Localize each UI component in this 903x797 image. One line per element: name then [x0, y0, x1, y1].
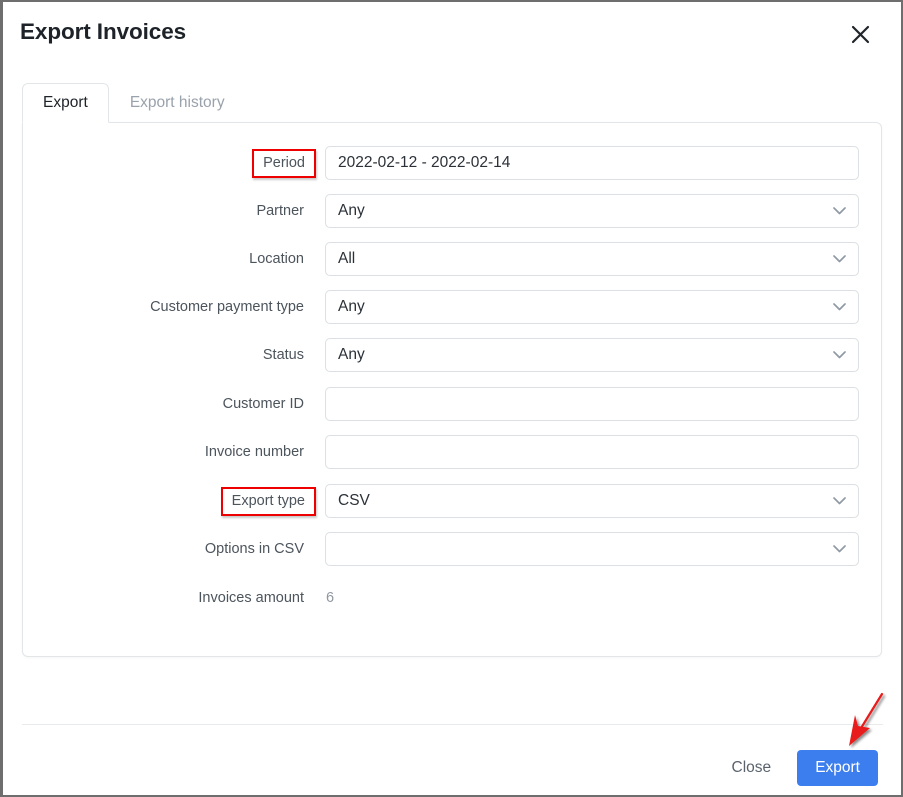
form-row-status: Status Any: [23, 338, 881, 372]
dialog-footer: Close Export: [724, 750, 878, 786]
form-row-location: Location All: [23, 242, 881, 276]
label-status: Status: [262, 347, 304, 363]
chevron-down-icon: [832, 542, 846, 556]
page-title: Export Invoices: [20, 19, 187, 44]
period-input[interactable]: 2022-02-12 - 2022-02-14: [325, 146, 859, 180]
export-invoices-dialog: Export Invoices Export Export history Pe…: [0, 0, 903, 797]
form-row-customer-payment-type: Customer payment type Any: [23, 290, 881, 324]
form-row-partner: Partner Any: [23, 194, 881, 228]
label-customer-payment-type: Customer payment type: [150, 299, 304, 315]
export-form-panel: Period 2022-02-12 - 2022-02-14 Partner A…: [22, 122, 882, 657]
tab-export[interactable]: Export: [22, 83, 109, 123]
chevron-down-icon: [832, 348, 846, 362]
form-row-options-in-csv: Options in CSV: [23, 532, 881, 566]
status-select[interactable]: Any: [325, 338, 859, 372]
location-select[interactable]: All: [325, 242, 859, 276]
export-button[interactable]: Export: [797, 750, 878, 786]
options-in-csv-select[interactable]: [325, 532, 859, 566]
dialog-header: Export Invoices: [3, 2, 901, 66]
label-export-type: Export type: [220, 486, 316, 516]
chevron-down-icon: [832, 252, 846, 266]
tab-bar: Export Export history: [22, 83, 246, 123]
customer-payment-type-select[interactable]: Any: [325, 290, 859, 324]
label-customer-id: Customer ID: [222, 396, 304, 412]
customer-id-input[interactable]: [325, 387, 859, 421]
period-value: 2022-02-12 - 2022-02-14: [338, 154, 511, 171]
form-row-invoice-number: Invoice number: [23, 435, 881, 469]
close-icon[interactable]: [846, 20, 874, 48]
chevron-down-icon: [832, 300, 846, 314]
invoice-number-input[interactable]: [325, 435, 859, 469]
label-options-in-csv: Options in CSV: [204, 541, 304, 557]
tab-export-history-label: Export history: [129, 94, 225, 111]
chevron-down-icon: [832, 494, 846, 508]
export-type-select[interactable]: CSV: [325, 484, 859, 518]
form-row-export-type: Export type CSV: [23, 484, 881, 518]
footer-divider: [22, 724, 883, 725]
tab-export-history[interactable]: Export history: [109, 83, 246, 123]
invoices-amount-value: 6: [326, 590, 335, 606]
label-period: Period: [252, 148, 316, 178]
form-row-invoices-amount: Invoices amount 6: [23, 581, 881, 615]
form-row-customer-id: Customer ID: [23, 387, 881, 421]
tab-export-label: Export: [43, 94, 88, 111]
location-value: All: [338, 250, 356, 267]
close-button[interactable]: Close: [724, 752, 780, 784]
customer-payment-type-value: Any: [338, 298, 365, 315]
status-value: Any: [338, 346, 365, 363]
label-location: Location: [249, 251, 304, 267]
chevron-down-icon: [832, 204, 846, 218]
label-invoice-number: Invoice number: [204, 444, 304, 460]
form-row-period: Period 2022-02-12 - 2022-02-14: [23, 146, 881, 180]
partner-value: Any: [338, 202, 365, 219]
partner-select[interactable]: Any: [325, 194, 859, 228]
label-partner: Partner: [256, 203, 304, 219]
label-invoices-amount: Invoices amount: [198, 590, 304, 606]
export-type-value: CSV: [338, 492, 370, 509]
